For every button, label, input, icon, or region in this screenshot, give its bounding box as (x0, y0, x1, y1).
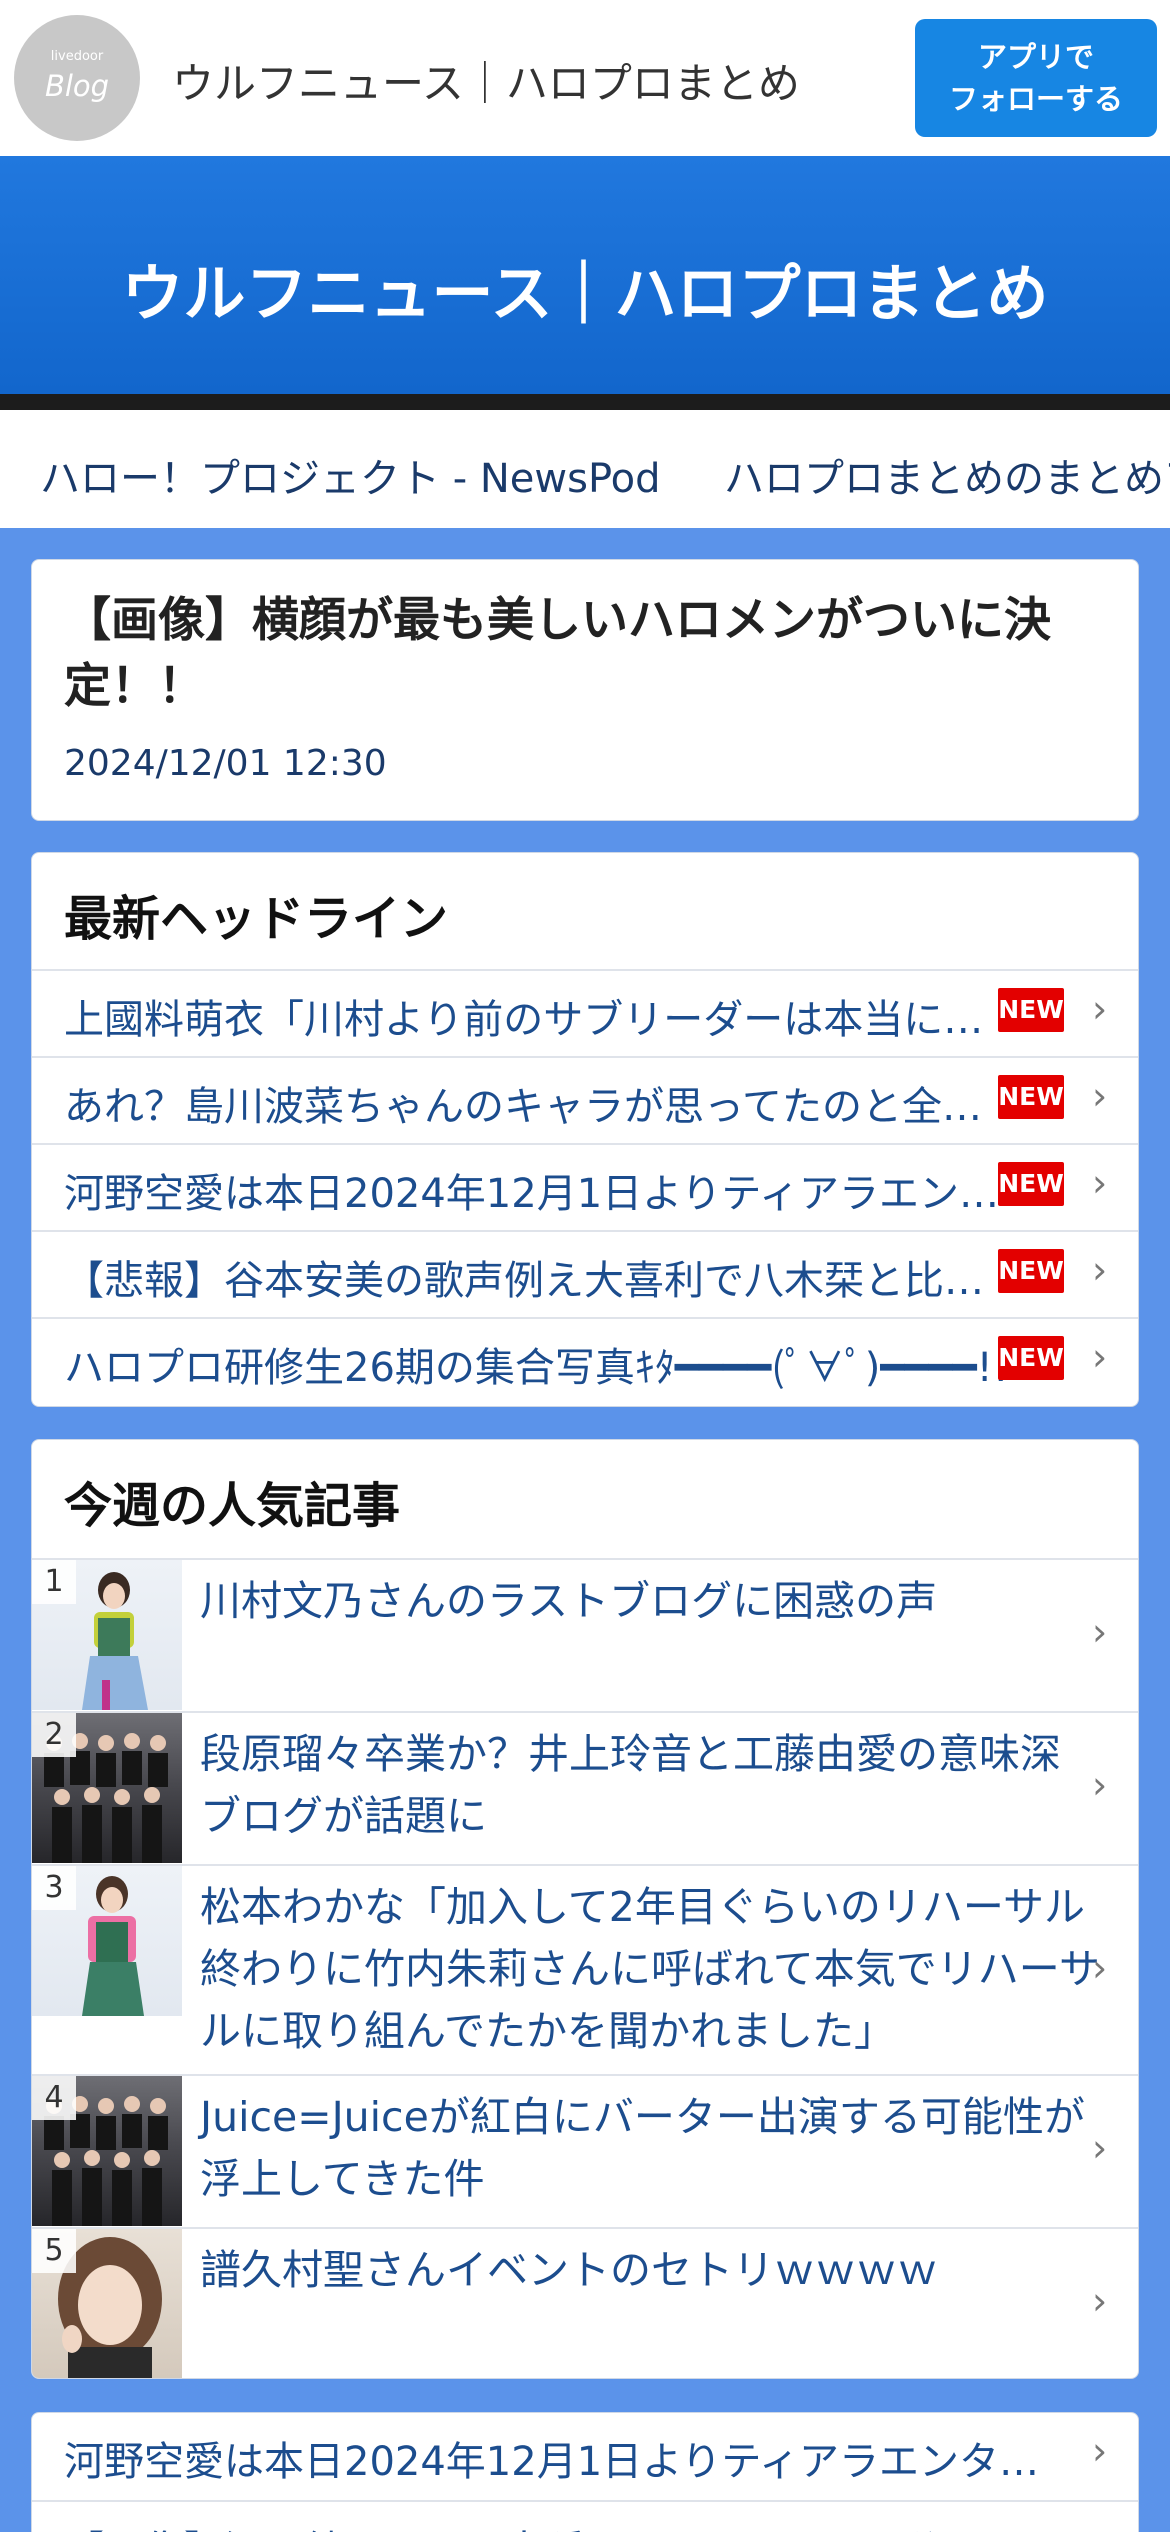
ranking-row[interactable]: 3 松本わかな「加入して2年目ぐらいのリハーサル終わりに竹内朱莉さんに呼ばれて本… (32, 1864, 1138, 2074)
chevron-right-icon: › (1092, 1946, 1108, 1990)
banner-title[interactable]: ウルフニュース｜ハロプロまとめ (0, 243, 1170, 333)
ranking-title: Juice=Juiceが紅白にバーター出演する可能性が浮上してきた件 (200, 2093, 1085, 2203)
logo-big-text: Blog (44, 69, 110, 103)
headline-row[interactable]: あれ？島川波菜ちゃんのキャラが思ってたのと全然違う NEW › (32, 1056, 1138, 1143)
weekly-ranking-card: 今週の人気記事 1 川村文乃さんのラストブログに困惑の声 › 2 段原瑠々卒業か… (31, 1439, 1139, 2379)
chevron-right-icon: › (1092, 2126, 1108, 2170)
section-title-headlines: 最新ヘッドライン (64, 891, 449, 947)
rank-number: 2 (32, 1713, 76, 1757)
chevron-right-icon: › (1092, 1610, 1108, 1654)
rank-number: 4 (32, 2076, 76, 2120)
more-article-row[interactable]: 【画像】江口紗耶さん、大阪にてオフショット公開 › (32, 2500, 1138, 2532)
ranking-row[interactable]: 4 Juice=Juiceが紅白にバーター出演する可能性が浮上してきた件 › (32, 2074, 1138, 2227)
new-badge: NEW (998, 988, 1064, 1032)
ranking-title: 譜久村聖さんイベントのセトリｗｗｗｗ (200, 2246, 938, 2294)
headline-row[interactable]: 河野空愛は本日2024年12月1日よりティアラエンターテイメント NEW › (32, 1143, 1138, 1230)
ranking-title: 段原瑠々卒業か？井上玲音と工藤由愛の意味深ブログが話題に (200, 1730, 1061, 1840)
nav-item-matome[interactable]: ハロプロまとめのまとめア (724, 446, 1170, 504)
chevron-right-icon: › (1092, 2279, 1108, 2323)
more-article-text: 河野空愛は本日2024年12月1日よりティアラエンターテイメント (64, 2439, 1074, 2485)
chevron-right-icon: › (1092, 1763, 1108, 1807)
chevron-right-icon: › (1092, 2518, 1107, 2532)
chevron-right-icon: › (1092, 1161, 1108, 1205)
logo-small-text: livedoor (50, 49, 104, 64)
headline-row[interactable]: 上國料萌衣「川村より前のサブリーダーは本当に大変だった NEW › (32, 969, 1138, 1056)
headline-text: 【悲報】谷本安美の歌声例え大喜利で八木栞と比較される (64, 1258, 1012, 1304)
more-articles-card: 河野空愛は本日2024年12月1日よりティアラエンターテイメント › 【画像】江… (31, 2412, 1139, 2532)
chevron-right-icon: › (1092, 2429, 1108, 2473)
article-date: 2024/12/01 12:30 (64, 743, 387, 784)
chevron-right-icon: › (1092, 1248, 1108, 1292)
article-title: 【画像】横顔が最も美しいハロメンがついに決定！！ (64, 593, 1051, 714)
latest-headlines-card: 最新ヘッドライン 上國料萌衣「川村より前のサブリーダーは本当に大変だった NEW… (31, 852, 1139, 1407)
site-title[interactable]: ウルフニュース｜ハロプロまとめ (172, 50, 800, 111)
headline-text: あれ？島川波菜ちゃんのキャラが思ってたのと全然違う (64, 1084, 1012, 1130)
new-badge: NEW (998, 1162, 1064, 1206)
chevron-right-icon: › (1092, 987, 1108, 1031)
new-badge: NEW (998, 1249, 1064, 1293)
headline-text: 上國料萌衣「川村より前のサブリーダーは本当に大変だった (64, 997, 1012, 1043)
new-badge: NEW (998, 1336, 1064, 1380)
follow-app-button[interactable]: アプリで フォローする (915, 19, 1157, 137)
ranking-thumbnail: 3 (32, 1866, 182, 2016)
headline-text: ハロプロ研修生26期の集合写真ｷﾀ━━━━(ﾟ∀ﾟ)━━━━!! (64, 1345, 1009, 1391)
chevron-right-icon: › (1092, 1335, 1108, 1379)
ranking-thumbnail: 1 (32, 1560, 182, 1710)
more-article-row[interactable]: 河野空愛は本日2024年12月1日よりティアラエンターテイメント › (32, 2413, 1138, 2500)
rank-number: 1 (32, 1560, 76, 1604)
ranking-thumbnail: 5 (32, 2229, 182, 2378)
top-header: livedoor Blog ウルフニュース｜ハロプロまとめ アプリで フォローす… (0, 0, 1170, 156)
ranking-row[interactable]: 1 川村文乃さんのラストブログに困惑の声 › (32, 1558, 1138, 1711)
more-article-text: 【画像】江口紗耶さん、大阪にてオフショット公開 (64, 2518, 1074, 2532)
ranking-row[interactable]: 5 譜久村聖さんイベントのセトリｗｗｗｗ › (32, 2227, 1138, 2378)
banner-divider (0, 394, 1170, 410)
blog-logo[interactable]: livedoor Blog (14, 15, 140, 141)
link-nav: ハロー！プロジェクト - NewsPod ハロプロまとめのまとめア (0, 410, 1170, 528)
ranking-title: 松本わかな「加入して2年目ぐらいのリハーサル終わりに竹内朱莉さんに呼ばれて本気で… (200, 1883, 1100, 2055)
article-header-card: 【画像】横顔が最も美しいハロメンがついに決定！！ 2024/12/01 12:3… (31, 559, 1139, 821)
headline-text: 河野空愛は本日2024年12月1日よりティアラエンターテイメント (64, 1171, 1012, 1217)
follow-button-line2: フォローする (948, 82, 1123, 116)
ranking-thumbnail: 4 (32, 2076, 182, 2226)
follow-button-line1: アプリで (977, 40, 1094, 74)
nav-item-newspod[interactable]: ハロー！プロジェクト - NewsPod (40, 446, 661, 504)
rank-number: 5 (32, 2229, 76, 2273)
new-badge: NEW (998, 1075, 1064, 1119)
chevron-right-icon: › (1092, 1074, 1108, 1118)
rank-number: 3 (32, 1866, 76, 1910)
ranking-row[interactable]: 2 段原瑠々卒業か？井上玲音と工藤由愛の意味深ブログが話題に › (32, 1711, 1138, 1864)
headline-row[interactable]: 【悲報】谷本安美の歌声例え大喜利で八木栞と比較される NEW › (32, 1230, 1138, 1317)
section-title-ranking: 今週の人気記事 (64, 1478, 401, 1534)
headline-row[interactable]: ハロプロ研修生26期の集合写真ｷﾀ━━━━(ﾟ∀ﾟ)━━━━!! NEW › (32, 1317, 1138, 1404)
ranking-title: 川村文乃さんのラストブログに困惑の声 (200, 1577, 938, 1625)
ranking-thumbnail: 2 (32, 1713, 182, 1863)
